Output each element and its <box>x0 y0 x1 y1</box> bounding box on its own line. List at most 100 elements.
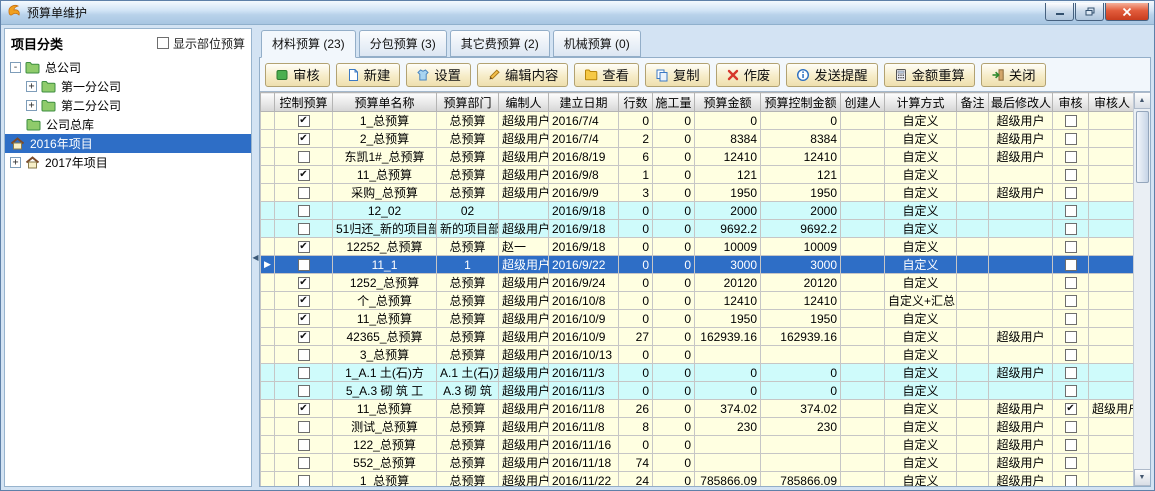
minimize-button[interactable] <box>1045 3 1074 21</box>
table-row[interactable]: 11_总预算总预算超级用户2016/9/810121121自定义 <box>261 166 1136 184</box>
tree-item-总公司[interactable]: -总公司 <box>5 58 251 77</box>
control-budget-checkbox[interactable] <box>298 133 310 145</box>
control-budget-checkbox[interactable] <box>298 313 310 325</box>
table-row[interactable]: 采购_总预算总预算超级用户2016/9/93019501950自定义超级用户 <box>261 184 1136 202</box>
tab-2[interactable]: 其它费预算 (2) <box>450 30 550 57</box>
audit-checkbox[interactable] <box>1065 115 1077 127</box>
control-budget-checkbox[interactable] <box>298 475 310 486</box>
table-row[interactable]: 2_总预算总预算超级用户2016/7/42083848384自定义超级用户 <box>261 130 1136 148</box>
column-header-13[interactable]: 审核 <box>1053 93 1089 112</box>
column-header-2[interactable]: 预算部门 <box>437 93 499 112</box>
new-button[interactable]: 新建 <box>336 63 401 87</box>
audit-checkbox[interactable] <box>1065 421 1077 433</box>
column-header-7[interactable]: 预算金额 <box>695 93 761 112</box>
exit-button[interactable]: 关闭 <box>981 63 1046 87</box>
approve-button[interactable]: 审核 <box>265 63 330 87</box>
table-row[interactable]: 东凯1#_总预算总预算超级用户2016/8/19601241012410自定义超… <box>261 148 1136 166</box>
tree-item-第二分公司[interactable]: +第二分公司 <box>5 96 251 115</box>
table-row[interactable]: 测试_总预算总预算超级用户2016/11/880230230自定义超级用户 <box>261 418 1136 436</box>
table-row[interactable]: 5_A.3 砌 筑 工A.3 砌 筑超级用户2016/11/30000自定义 <box>261 382 1136 400</box>
tree-item-2017年项目[interactable]: +2017年项目 <box>5 153 251 172</box>
audit-checkbox[interactable] <box>1065 241 1077 253</box>
tab-3[interactable]: 机械预算 (0) <box>553 30 641 57</box>
tree-item-公司总库[interactable]: 公司总库 <box>5 115 251 134</box>
control-budget-checkbox[interactable] <box>298 115 310 127</box>
vertical-scrollbar[interactable]: ▲ ▼ <box>1133 92 1150 486</box>
audit-checkbox[interactable] <box>1065 403 1077 415</box>
audit-checkbox[interactable] <box>1065 385 1077 397</box>
settings-button[interactable]: 设置 <box>406 63 471 87</box>
table-row[interactable]: 12252_总预算总预算赵一2016/9/18001000910009自定义 <box>261 238 1136 256</box>
control-budget-checkbox[interactable] <box>298 241 310 253</box>
column-header-1[interactable]: 预算单名称 <box>333 93 437 112</box>
table-row[interactable]: ▶11_11超级用户2016/9/220030003000自定义 <box>261 256 1136 274</box>
column-header-5[interactable]: 行数 <box>619 93 653 112</box>
column-header-8[interactable]: 预算控制金额 <box>761 93 841 112</box>
audit-checkbox[interactable] <box>1065 169 1077 181</box>
table-row[interactable]: 42365_总预算总预算超级用户2016/10/9270162939.16162… <box>261 328 1136 346</box>
column-header-3[interactable]: 编制人 <box>499 93 549 112</box>
audit-checkbox[interactable] <box>1065 367 1077 379</box>
control-budget-checkbox[interactable] <box>298 259 310 271</box>
audit-checkbox[interactable] <box>1065 151 1077 163</box>
view-button[interactable]: 查看 <box>574 63 639 87</box>
notify-button[interactable]: 发送提醒 <box>786 63 877 87</box>
collapse-arrow-icon[interactable]: ◀ <box>252 254 258 262</box>
table-row[interactable]: 552_总预算总预算超级用户2016/11/18740自定义超级用户 <box>261 454 1136 472</box>
table-row[interactable]: 1_总预算总预算超级用户2016/11/22240785866.09785866… <box>261 472 1136 487</box>
table-row[interactable]: 122_总预算总预算超级用户2016/11/1600自定义超级用户 <box>261 436 1136 454</box>
control-budget-checkbox[interactable] <box>298 421 310 433</box>
table-row[interactable]: 3_总预算总预算超级用户2016/10/1300自定义 <box>261 346 1136 364</box>
control-budget-checkbox[interactable] <box>298 385 310 397</box>
control-budget-checkbox[interactable] <box>298 349 310 361</box>
control-budget-checkbox[interactable] <box>298 457 310 469</box>
column-header-6[interactable]: 施工量 <box>653 93 695 112</box>
column-header-11[interactable]: 备注 <box>957 93 989 112</box>
void-button[interactable]: 作废 <box>716 63 781 87</box>
audit-checkbox[interactable] <box>1065 295 1077 307</box>
expand-box-icon[interactable]: + <box>26 100 37 111</box>
checkbox[interactable] <box>157 37 169 49</box>
table-row[interactable]: 11_总预算总预算超级用户2016/11/8260374.02374.02自定义… <box>261 400 1136 418</box>
table-row[interactable]: 1_总预算总预算超级用户2016/7/40000自定义超级用户 <box>261 112 1136 130</box>
audit-checkbox[interactable] <box>1065 475 1077 486</box>
scroll-down-icon[interactable]: ▼ <box>1134 469 1151 486</box>
control-budget-checkbox[interactable] <box>298 331 310 343</box>
tree-item-第一分公司[interactable]: +第一分公司 <box>5 77 251 96</box>
table-row[interactable]: 11_总预算总预算超级用户2016/10/90019501950自定义 <box>261 310 1136 328</box>
recalc-button[interactable]: 金额重算 <box>884 63 975 87</box>
control-budget-checkbox[interactable] <box>298 439 310 451</box>
audit-checkbox[interactable] <box>1065 133 1077 145</box>
tree-item-2016年项目[interactable]: 2016年项目 <box>5 134 251 153</box>
column-header-14[interactable]: 审核人 <box>1089 93 1136 112</box>
control-budget-checkbox[interactable] <box>298 367 310 379</box>
table-row[interactable]: 1_A.1 土(石)方A.1 土(石)方超级用户2016/11/30000自定义… <box>261 364 1136 382</box>
audit-checkbox[interactable] <box>1065 349 1077 361</box>
restore-button[interactable] <box>1075 3 1104 21</box>
audit-checkbox[interactable] <box>1065 457 1077 469</box>
control-budget-checkbox[interactable] <box>298 295 310 307</box>
audit-checkbox[interactable] <box>1065 439 1077 451</box>
control-budget-checkbox[interactable] <box>298 169 310 181</box>
audit-checkbox[interactable] <box>1065 277 1077 289</box>
collapse-box-icon[interactable]: - <box>10 62 21 73</box>
audit-checkbox[interactable] <box>1065 205 1077 217</box>
control-budget-checkbox[interactable] <box>298 223 310 235</box>
audit-checkbox[interactable] <box>1065 259 1077 271</box>
tab-1[interactable]: 分包预算 (3) <box>359 30 447 57</box>
audit-checkbox[interactable] <box>1065 331 1077 343</box>
column-header-9[interactable]: 创建人 <box>841 93 885 112</box>
table-row[interactable]: 1252_总预算总预算超级用户2016/9/24002012020120自定义 <box>261 274 1136 292</box>
close-button[interactable] <box>1105 3 1149 21</box>
control-budget-checkbox[interactable] <box>298 205 310 217</box>
control-budget-checkbox[interactable] <box>298 151 310 163</box>
table-row[interactable]: 个_总预算总预算超级用户2016/10/8001241012410自定义+汇总 <box>261 292 1136 310</box>
table-row[interactable]: 12_02022016/9/180020002000自定义 <box>261 202 1136 220</box>
scroll-thumb[interactable] <box>1136 111 1149 183</box>
panel-splitter[interactable]: ◀ <box>252 28 259 487</box>
control-budget-checkbox[interactable] <box>298 403 310 415</box>
scroll-up-icon[interactable]: ▲ <box>1134 92 1151 109</box>
table-row[interactable]: 51归还_新的项目部门新的项目部门超级用户2016/9/18009692.296… <box>261 220 1136 238</box>
copy-button[interactable]: 复制 <box>645 63 710 87</box>
audit-checkbox[interactable] <box>1065 187 1077 199</box>
